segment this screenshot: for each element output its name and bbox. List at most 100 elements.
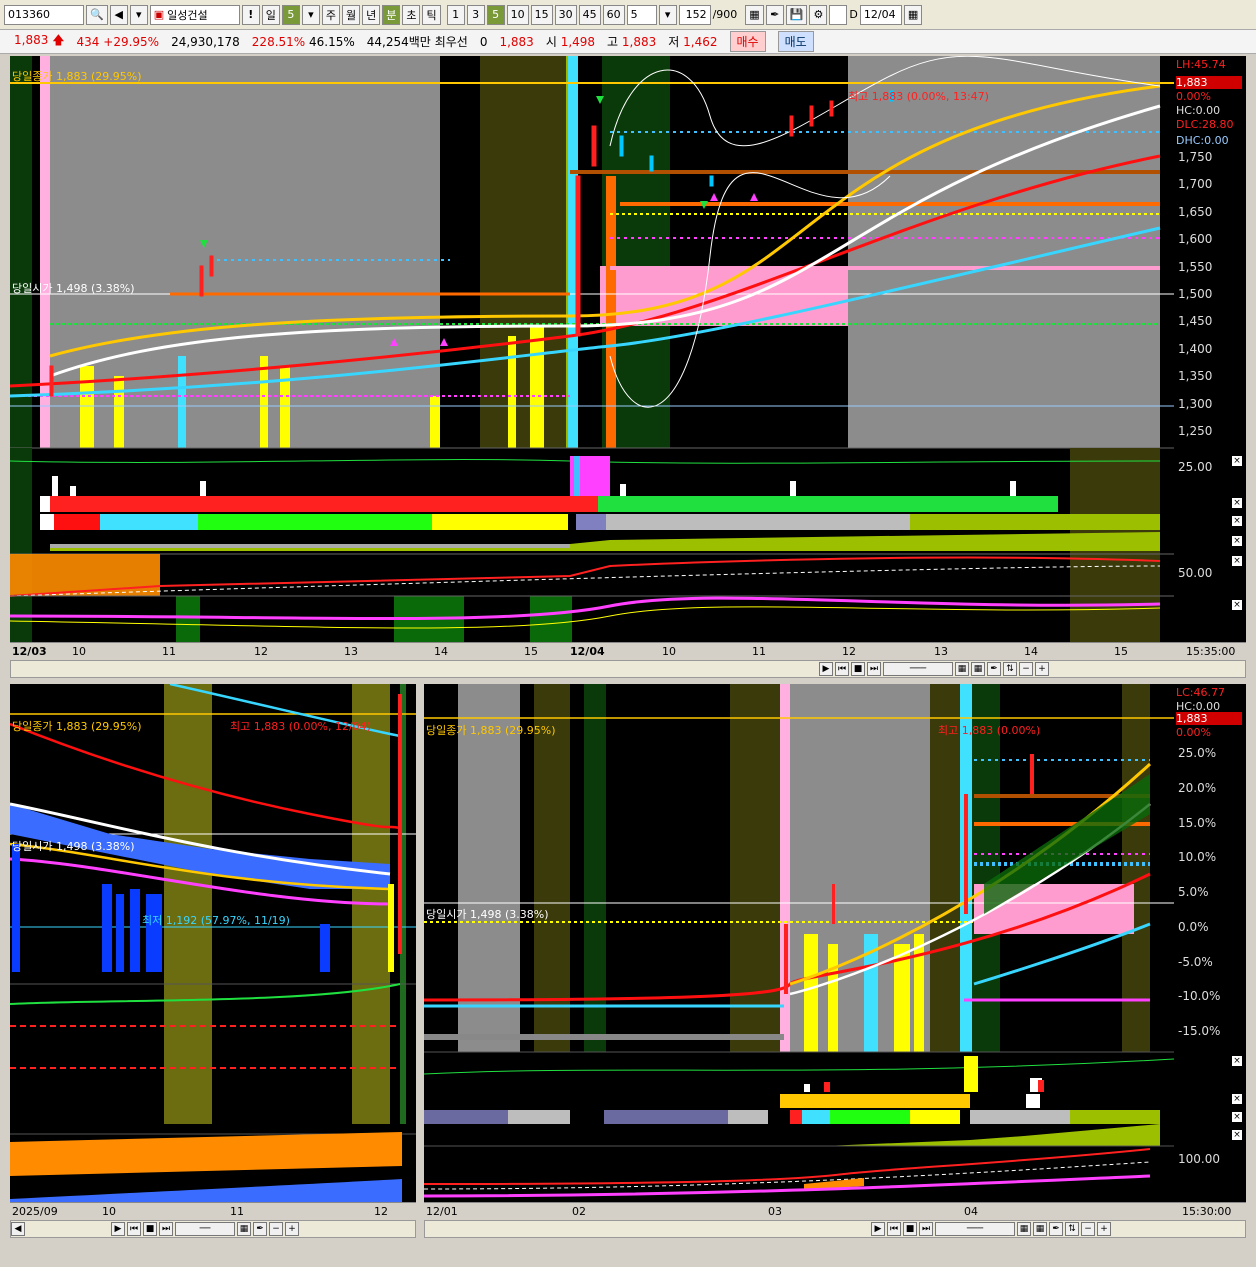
y-tick: -10.0%: [1178, 989, 1221, 1003]
compare-icon[interactable]: ⇅: [1003, 662, 1017, 676]
volume: 24,930,178: [171, 34, 240, 49]
plus-icon[interactable]: +: [1097, 1222, 1111, 1236]
date-input[interactable]: 12/04: [859, 4, 902, 25]
close-icon[interactable]: ×: [1232, 498, 1242, 508]
period-dropdown-icon[interactable]: ▾: [301, 4, 320, 25]
zoom-slider[interactable]: ───: [935, 1222, 1015, 1236]
tool-icon[interactable]: ✒: [1049, 1222, 1063, 1236]
chart-icon[interactable]: ▦: [955, 662, 969, 676]
prev-icon[interactable]: ◀: [109, 4, 128, 25]
min-5[interactable]: 5: [486, 4, 505, 25]
last-icon[interactable]: ⏭: [867, 662, 881, 676]
period-tick[interactable]: 틱: [422, 4, 441, 25]
chart-icon[interactable]: ▦: [1017, 1222, 1031, 1236]
plus-icon[interactable]: +: [1035, 662, 1049, 676]
settings-icon[interactable]: ⚙: [809, 4, 828, 25]
scroll-right-icon[interactable]: ▶: [871, 1222, 885, 1236]
period-second[interactable]: 초: [402, 4, 421, 25]
close-icon[interactable]: ×: [1232, 1094, 1242, 1104]
stop-icon[interactable]: ■: [851, 662, 865, 676]
search-icon[interactable]: 🔍: [86, 4, 108, 25]
left-high-marker: 최고 1,883 (0.00%, 12/04): [230, 720, 371, 733]
minus-icon[interactable]: −: [1019, 662, 1033, 676]
minus-icon[interactable]: −: [1081, 1222, 1095, 1236]
min-3[interactable]: 3: [466, 4, 485, 25]
min-60[interactable]: 60: [602, 4, 625, 25]
minute-select[interactable]: 5: [626, 4, 657, 25]
main-chart[interactable]: 당일종가 1,883 (29.95%) 당일시가 1,498 (3.38%) 최…: [10, 56, 1174, 642]
stop-icon[interactable]: ■: [143, 1222, 157, 1236]
period-day[interactable]: 일: [261, 4, 280, 25]
y-tick: -5.0%: [1178, 955, 1213, 969]
period-week[interactable]: 주: [321, 4, 340, 25]
sub-tick: 100.00: [1178, 1152, 1220, 1166]
plus-icon[interactable]: +: [285, 1222, 299, 1236]
last-icon[interactable]: ⏭: [919, 1222, 933, 1236]
chart2-icon[interactable]: ▦: [1033, 1222, 1047, 1236]
left-close-label: 당일종가 1,883 (29.95%): [12, 720, 142, 733]
right-chart-svg: [424, 684, 1174, 1198]
close-icon[interactable]: ×: [1232, 516, 1242, 526]
dropdown-icon[interactable]: ▾: [129, 4, 148, 25]
min-15[interactable]: 15: [530, 4, 553, 25]
last-icon[interactable]: ⏭: [159, 1222, 173, 1236]
first-icon[interactable]: ⏮: [887, 1222, 901, 1236]
close-icon[interactable]: ×: [1232, 1056, 1242, 1066]
chart-icon[interactable]: ▦: [237, 1222, 251, 1236]
right-chart[interactable]: 당일종가 1,883 (29.95%) 최고 1,883 (0.00%) 당일시…: [424, 684, 1174, 1202]
close-icon[interactable]: ×: [1232, 536, 1242, 546]
minute-dropdown-icon[interactable]: ▾: [658, 4, 677, 25]
stock-code-input[interactable]: 013360: [4, 4, 84, 25]
period-minute[interactable]: 분: [382, 4, 401, 25]
compare-icon[interactable]: ⇅: [1065, 1222, 1079, 1236]
chart2-icon[interactable]: ▦: [971, 662, 985, 676]
calendar-icon[interactable]: ▦: [903, 4, 923, 25]
zoom-slider[interactable]: ──: [175, 1222, 235, 1236]
buy-button[interactable]: 매수: [729, 31, 766, 52]
scroll-left-icon[interactable]: ◀: [11, 1222, 25, 1236]
chart-type-icon[interactable]: ▦: [745, 4, 764, 25]
y-tick: 1,350: [1178, 369, 1213, 383]
scroll-right-icon[interactable]: ▶: [111, 1222, 125, 1236]
alert-button[interactable]: !: [241, 4, 260, 25]
close-icon[interactable]: ×: [1232, 1112, 1242, 1122]
sell-button[interactable]: 매도: [777, 31, 814, 52]
min-45[interactable]: 45: [578, 4, 601, 25]
period-month[interactable]: 월: [341, 4, 361, 25]
close-icon[interactable]: ×: [1232, 600, 1242, 610]
min-10[interactable]: 10: [506, 4, 529, 25]
minus-icon[interactable]: −: [269, 1222, 283, 1236]
left-chart[interactable]: 당일종가 1,883 (29.95%) 최고 1,883 (0.00%, 12/…: [10, 684, 416, 1202]
first-icon[interactable]: ⏮: [127, 1222, 141, 1236]
tool-icon[interactable]: ✒: [987, 662, 1001, 676]
period-day-n[interactable]: 5: [281, 4, 300, 25]
period-year[interactable]: 년: [362, 4, 381, 25]
save-icon[interactable]: 💾: [785, 4, 808, 25]
close-icon[interactable]: ×: [1232, 556, 1242, 566]
main-close-label: 당일종가 1,883 (29.95%): [12, 70, 142, 83]
min-1[interactable]: 1: [446, 4, 465, 25]
right-scrollbar[interactable]: ▶ ⏮ ■ ⏭ ─── ▦ ▦ ✒ ⇅ − +: [424, 1220, 1246, 1238]
scroll-right-icon[interactable]: ▶: [819, 662, 833, 676]
count-input[interactable]: 152: [678, 4, 711, 25]
main-chart-svg: [10, 56, 1174, 642]
close-icon[interactable]: ×: [1232, 1130, 1242, 1140]
date-checkbox[interactable]: [829, 4, 848, 25]
left-scrollbar[interactable]: ◀ ▶ ⏮ ■ ⏭ ── ▦ ✒ − +: [10, 1220, 416, 1238]
y-tick: 5.0%: [1178, 885, 1209, 899]
zoom-slider[interactable]: ───: [883, 662, 953, 676]
best-val: 0: [479, 34, 488, 49]
main-scrollbar[interactable]: ▶ ⏮ ■ ⏭ ─── ▦ ▦ ✒ ⇅ − +: [10, 660, 1246, 678]
stop-icon[interactable]: ■: [903, 1222, 917, 1236]
left-x-axis: 2025/09 10 11 12: [10, 1202, 416, 1220]
draw-icon[interactable]: ✒: [765, 4, 784, 25]
y-tick: 15.0%: [1178, 816, 1217, 830]
first-icon[interactable]: ⏮: [835, 662, 849, 676]
tool-icon[interactable]: ✒: [253, 1222, 267, 1236]
right-chart-axis: LC:46.77 HC:0.00 1,883 0.00% 25.0% 20.0%…: [1174, 684, 1246, 1202]
right-pct2: 0.00%: [1176, 726, 1211, 739]
vol-ratio: 228.51% 46.15%: [251, 34, 355, 49]
x-label: 11: [162, 645, 176, 658]
close-icon[interactable]: ×: [1232, 456, 1242, 466]
min-30[interactable]: 30: [554, 4, 577, 25]
